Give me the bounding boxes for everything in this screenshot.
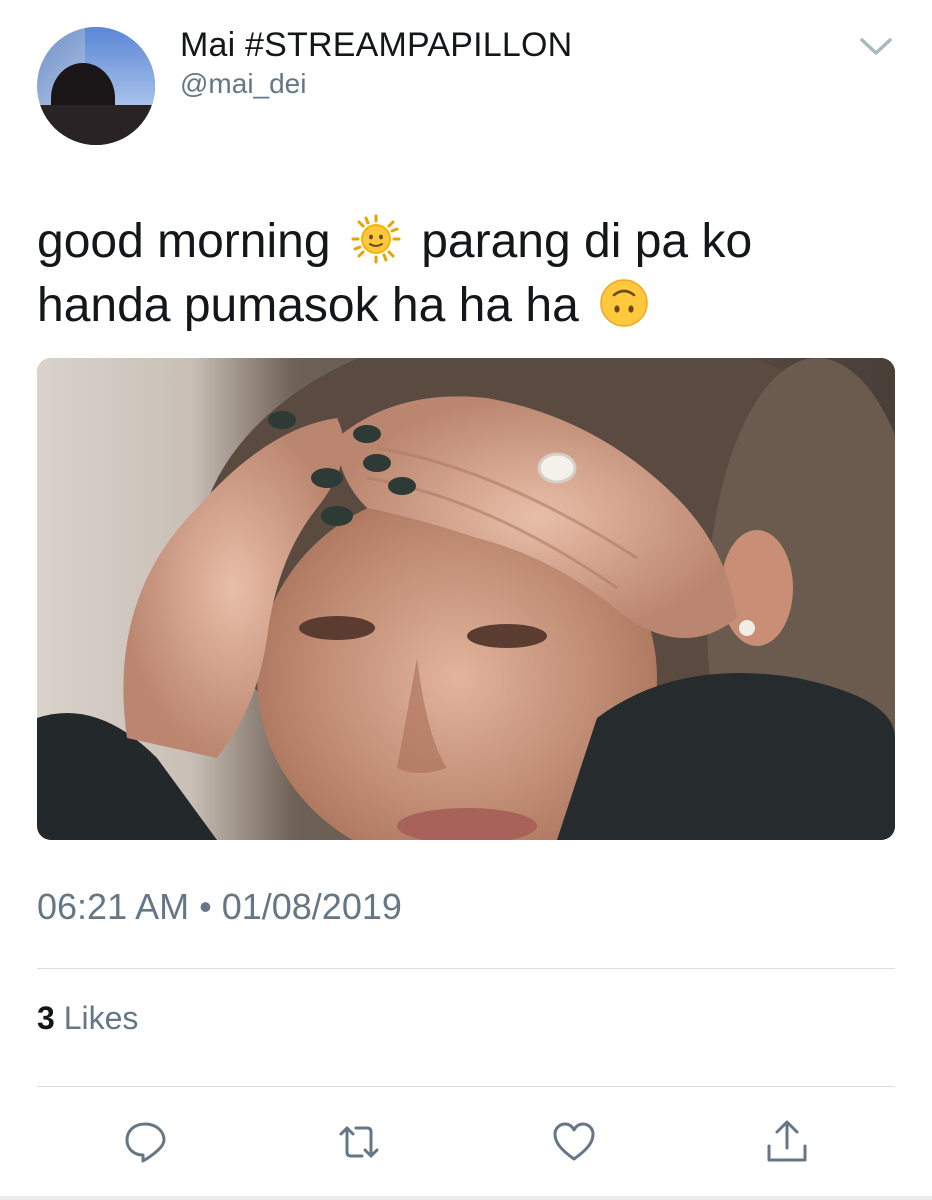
sun-with-face-icon — [351, 214, 401, 264]
reply-icon[interactable] — [121, 1118, 169, 1166]
share-icon[interactable] — [763, 1118, 811, 1166]
tweet-text: good morning parang di pa ko handa pumas… — [37, 210, 887, 338]
heart-icon[interactable] — [550, 1118, 598, 1166]
chevron-down-icon[interactable] — [858, 34, 894, 58]
tweet-photo[interactable] — [37, 358, 895, 840]
bottom-border — [0, 1196, 932, 1200]
tweet-text-line-1-part-1: good morning — [37, 215, 331, 268]
likes-count[interactable]: 3 Likes — [37, 1000, 138, 1037]
upside-down-face-icon — [600, 279, 648, 327]
likes-number: 3 — [37, 1000, 55, 1036]
photo-image — [37, 358, 895, 840]
author-handle[interactable]: @mai_dei — [180, 68, 306, 100]
retweet-icon[interactable] — [335, 1118, 383, 1166]
tweet-text-line-2: handa pumasok ha ha ha — [37, 279, 579, 332]
author-display-name[interactable]: Mai #STREAMPAPILLON — [180, 26, 572, 65]
avatar-shoulder — [37, 105, 155, 145]
avatar[interactable] — [37, 27, 155, 145]
tweet-text-line-1-part-2: parang di pa ko — [421, 215, 753, 268]
divider — [37, 968, 895, 969]
divider — [37, 1086, 895, 1087]
tweet-timestamp[interactable]: 06:21 AM • 01/08/2019 — [37, 886, 402, 928]
likes-label: Likes — [63, 1000, 139, 1036]
